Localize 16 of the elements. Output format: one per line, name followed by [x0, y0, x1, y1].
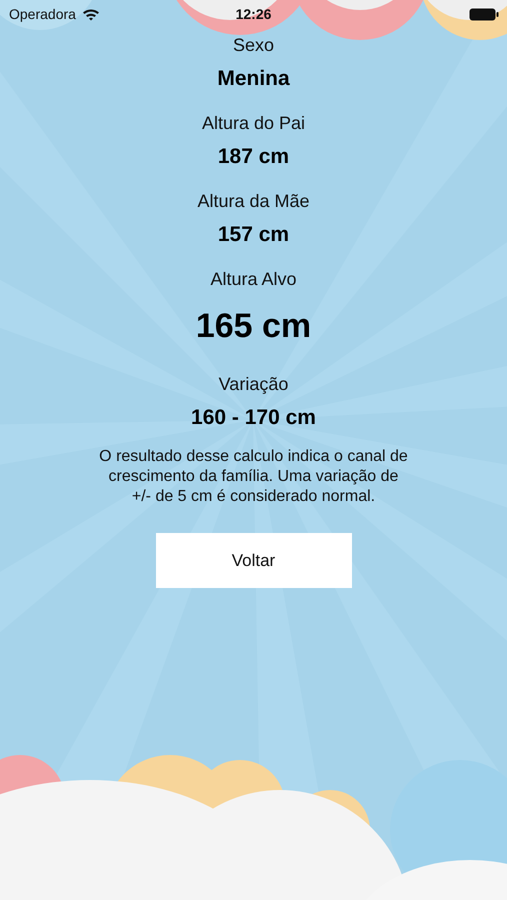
battery-icon [469, 8, 499, 20]
explanation-text: O resultado desse calculo indica o canal de crescimento da família. Uma variação de +/- de 5 cm é considerado normal. [98, 447, 409, 507]
result-label: Variação [218, 373, 288, 395]
back-button[interactable]: Voltar [156, 533, 352, 588]
result-value: 160 - 170 cm [191, 405, 316, 431]
clock-time: 12:26 [234, 6, 272, 22]
result-label: Altura do Pai [202, 112, 306, 134]
result-value: 165 cm [196, 307, 312, 345]
wifi-icon [82, 8, 100, 20]
result-label: Sexo [232, 34, 274, 56]
result-value: 157 cm [218, 222, 290, 248]
result-label: Altura da Mãe [197, 190, 310, 212]
result-value: 187 cm [218, 144, 290, 170]
result-value: Menina [217, 66, 290, 92]
result-label: Altura Alvo [210, 268, 297, 290]
carrier-name: Operadora [9, 6, 76, 22]
